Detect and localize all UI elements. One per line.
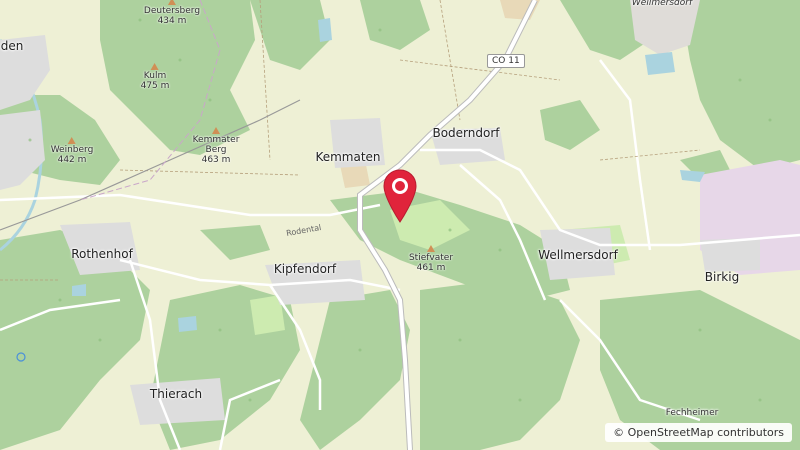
peak-icon (427, 245, 435, 252)
road-ref-badge: CO 11 (487, 54, 525, 68)
peak-name: Weinberg (50, 145, 94, 155)
peak-kemmater-berg: Kemmater Berg 463 m (186, 127, 246, 165)
place-label-kipfendorf: Kipfendorf (273, 262, 337, 276)
peak-name: Kemmater Berg (192, 135, 240, 155)
peak-kulm: Kulm 475 m (140, 63, 170, 91)
peak-name: Stiefvater (408, 253, 454, 263)
place-label-boderndorf: Boderndorf (432, 126, 500, 140)
place-label-kemmaten: Kemmaten (315, 150, 381, 164)
place-label-edge-town: den (0, 39, 24, 53)
peak-name: Kulm (143, 71, 167, 81)
place-label-fechheimer: Fechheimer (665, 408, 719, 418)
peak-name: Deutersberg (143, 6, 201, 16)
map-canvas[interactable]: Kemmaten Boderndorf Rothenhof Kipfendorf… (0, 0, 800, 450)
peak-weinberg: Weinberg 442 m (50, 137, 94, 165)
peak-icon (151, 63, 159, 70)
peak-elevation: 475 m (140, 81, 170, 91)
peak-elevation: 442 m (57, 155, 87, 165)
place-label-birkig: Birkig (704, 270, 740, 284)
peak-elevation: 463 m (201, 155, 231, 165)
peak-icon (167, 0, 176, 5)
place-label-thierach: Thierach (149, 387, 203, 401)
peak-stiefvater: Stiefvater 461 m (409, 245, 453, 273)
place-label-rothenhof: Rothenhof (71, 247, 133, 261)
peak-elevation: 461 m (416, 263, 446, 273)
peak-icon (68, 137, 76, 144)
peak-elevation: 434 m (157, 16, 187, 26)
location-marker[interactable] (382, 168, 418, 226)
peak-deutersberg: Deutersberg 434 m (144, 0, 200, 26)
place-label-wellmersdorf: Wellmersdorf (538, 248, 618, 262)
peak-icon (212, 127, 220, 134)
place-label-wellmersdorf-north: Wellmersdorf (631, 0, 693, 8)
map-attribution[interactable]: © OpenStreetMap contributors (605, 423, 792, 442)
map-pin-icon (383, 169, 417, 223)
